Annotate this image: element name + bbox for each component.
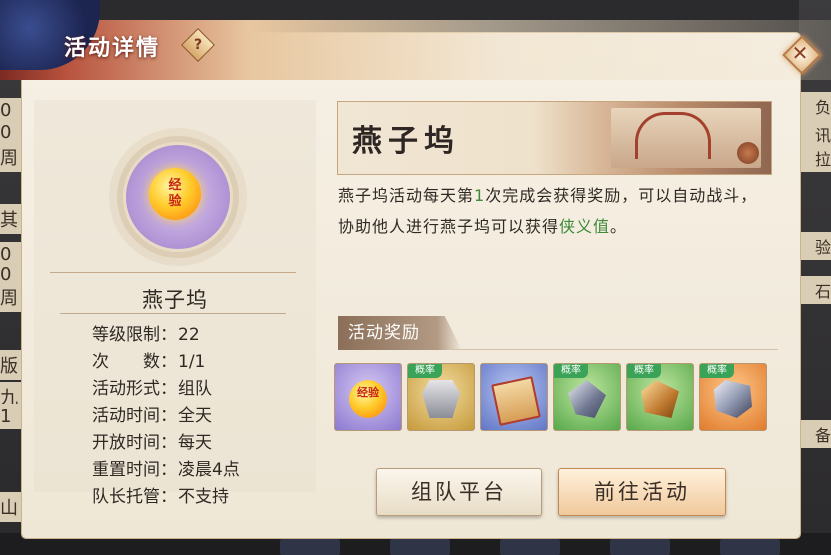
desc-text: 。 bbox=[610, 217, 628, 236]
divider bbox=[50, 272, 296, 273]
divider bbox=[60, 313, 286, 314]
activity-description: 燕子坞活动每天第1次完成会获得奖励，可以自动战斗，协助他人进行燕子坞可以获得侠义… bbox=[338, 180, 758, 242]
info-value: 每天 bbox=[178, 433, 212, 453]
close-button[interactable]: ✕ bbox=[780, 33, 822, 75]
banner-title: 燕子坞 bbox=[352, 124, 460, 159]
activity-info-list: 等级限制：22 次 数：1/1 活动形式：组队 活动时间：全天 开放时间：每天 … bbox=[92, 322, 240, 511]
reward-item[interactable] bbox=[480, 363, 548, 431]
banner-arch-shape bbox=[635, 112, 711, 159]
dialog-title: 活动详情 bbox=[64, 36, 161, 61]
reward-item[interactable]: 概率 bbox=[626, 363, 694, 431]
background-text: 讯拉 bbox=[801, 120, 831, 172]
background-text: 验 bbox=[801, 232, 831, 260]
info-value: 1/1 bbox=[178, 352, 206, 372]
probability-badge: 概率 bbox=[627, 364, 661, 378]
activity-banner: 燕子坞 bbox=[337, 101, 772, 175]
probability-badge: 概率 bbox=[554, 364, 588, 378]
desc-text: 燕子坞活动每天第 bbox=[338, 186, 475, 205]
bronze-ore-icon bbox=[641, 380, 679, 418]
background-text: 石 bbox=[801, 276, 831, 304]
info-row-captain: 队长托管：不支持 bbox=[92, 484, 240, 511]
info-label: 活动形式： bbox=[92, 379, 177, 399]
exp-medal-icon: 经验 bbox=[349, 380, 387, 418]
crystal-ore-icon bbox=[568, 380, 606, 418]
banner-ball-shape bbox=[737, 142, 759, 164]
probability-badge: 概率 bbox=[700, 364, 734, 378]
info-label: 次 数： bbox=[92, 352, 177, 372]
desc-count: 1 bbox=[474, 186, 486, 205]
background-text: 负 bbox=[801, 92, 831, 120]
reward-section-label: 活动奖励 bbox=[348, 323, 420, 343]
reward-item[interactable]: 概率 bbox=[407, 363, 475, 431]
info-label: 开放时间： bbox=[92, 433, 177, 453]
info-value: 组队 bbox=[178, 379, 212, 399]
background-right: 负 讯拉 验 石 备 bbox=[799, 0, 831, 555]
background-slot bbox=[280, 539, 340, 555]
divider bbox=[452, 349, 778, 350]
info-row-reset: 重置时间：凌晨4点 bbox=[92, 457, 240, 484]
info-value: 不支持 bbox=[178, 487, 229, 507]
info-value: 全天 bbox=[178, 406, 212, 426]
info-row-open: 开放时间：每天 bbox=[92, 430, 240, 457]
background-slot bbox=[500, 539, 560, 555]
background-text: 备 bbox=[801, 420, 831, 448]
info-label: 队长托管： bbox=[92, 487, 177, 507]
team-platform-button[interactable]: 组队平台 bbox=[376, 468, 542, 516]
reward-section-tag: 活动奖励 bbox=[338, 316, 462, 350]
probability-badge: 概率 bbox=[408, 364, 442, 378]
desc-highlight-chivalry: 侠义值 bbox=[559, 217, 611, 236]
background-slot bbox=[390, 539, 450, 555]
armor-icon bbox=[422, 380, 460, 418]
info-label: 重置时间： bbox=[92, 460, 177, 480]
info-row-time: 活动时间：全天 bbox=[92, 403, 240, 430]
info-row-level: 等级限制：22 bbox=[92, 322, 240, 349]
exp-medal-icon: 经 验 bbox=[149, 168, 201, 220]
background-slot bbox=[720, 539, 780, 555]
info-row-form: 活动形式：组队 bbox=[92, 376, 240, 403]
help-icon-glyph: ? bbox=[193, 37, 203, 53]
close-icon-glyph: ✕ bbox=[791, 41, 809, 65]
reward-item[interactable]: 概率 bbox=[699, 363, 767, 431]
scroll-icon bbox=[491, 376, 541, 426]
medal-text-1: 经 bbox=[168, 178, 182, 193]
info-value: 凌晨4点 bbox=[178, 460, 240, 480]
medal-text-2: 验 bbox=[168, 194, 182, 209]
info-label: 等级限制： bbox=[92, 325, 177, 345]
info-label: 活动时间： bbox=[92, 406, 177, 426]
activity-name: 燕子坞 bbox=[142, 288, 208, 312]
go-to-activity-button[interactable]: 前往活动 bbox=[558, 468, 726, 516]
info-value: 22 bbox=[178, 325, 200, 345]
reward-item[interactable]: 经验 bbox=[334, 363, 402, 431]
steel-ore-icon bbox=[714, 380, 752, 418]
info-row-count: 次 数：1/1 bbox=[92, 349, 240, 376]
background-slot bbox=[610, 539, 670, 555]
reward-item[interactable]: 概率 bbox=[553, 363, 621, 431]
